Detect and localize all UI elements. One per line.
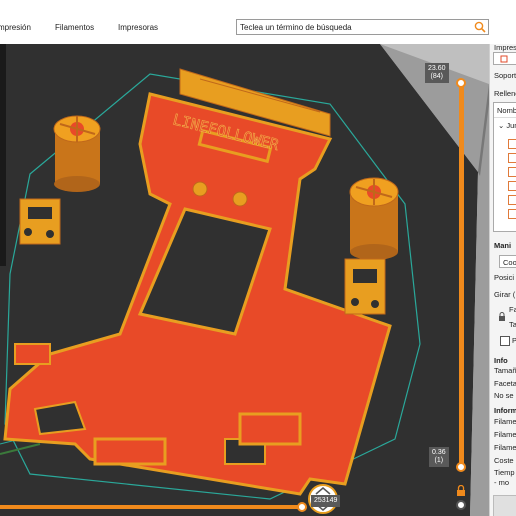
object-list[interactable]: Nombr ⌄ Jun: [493, 102, 516, 232]
motor-bracket-right: [344, 258, 386, 315]
layer-top-index: (84): [430, 73, 443, 80]
object-item-icon[interactable]: [508, 181, 516, 191]
move-slider-handle[interactable]: [297, 502, 307, 512]
object-group-item[interactable]: ⌄ Jun: [498, 121, 516, 130]
lock-icon[interactable]: [498, 312, 506, 321]
print-time-label: Tiemp: [494, 468, 515, 477]
object-item-icon[interactable]: [508, 195, 516, 205]
top-bar: mpresión Filamentos Impresoras: [0, 0, 516, 45]
object-group-label: Jun: [506, 121, 516, 130]
info-header: Info: [494, 356, 508, 365]
search-icon[interactable]: [474, 21, 486, 33]
coordinates-select[interactable]: Coo: [499, 255, 516, 268]
scale-factor-label: Fa: [509, 305, 516, 314]
menu-filaments[interactable]: Filamentos: [55, 23, 94, 32]
lock-icon[interactable]: [455, 485, 467, 497]
object-item-icon[interactable]: [508, 209, 516, 219]
print-settings-label: Impreso: [494, 44, 516, 52]
divider: [494, 117, 516, 118]
menu-print[interactable]: mpresión: [0, 23, 31, 32]
object-item-icon[interactable]: [508, 139, 516, 149]
filament-used-label: Filame: [494, 417, 516, 426]
layer-slider-track[interactable]: [459, 83, 464, 468]
menu-printers[interactable]: Impresoras: [118, 23, 158, 32]
cost-label: Coste: [494, 456, 514, 465]
print-profile-icon: [500, 55, 508, 63]
layer-bottom-value: 0.36: [432, 449, 446, 456]
spool-left: [53, 115, 101, 192]
layer-top-label: 23.60 (84): [425, 63, 449, 83]
filament-weight-label: Filame: [494, 430, 516, 439]
layer-top-value: 23.60: [428, 65, 446, 72]
move-slider-value: 253149: [311, 495, 341, 507]
infill-label: Relleno: [494, 89, 516, 98]
print-time-mode-label: - mo: [494, 478, 509, 487]
layer-slider-bottom-handle[interactable]: [456, 462, 466, 472]
object-list-name-header: Nombr: [497, 106, 516, 115]
layer-slider-top-handle[interactable]: [456, 78, 466, 88]
motor-bracket-left: [19, 198, 61, 245]
size-label: Ta: [509, 320, 516, 329]
coordinates-value: Coo: [503, 258, 516, 267]
info-no-errors-label: No se: [494, 391, 514, 400]
caster-ball: [232, 191, 248, 207]
rotate-label: Girar (: [494, 290, 516, 299]
manipulation-header: Mani: [494, 241, 512, 250]
3d-viewport[interactable]: LINEFOLLOWER: [0, 44, 489, 516]
object-item-icon[interactable]: [508, 153, 516, 163]
slice-info-header: Inform: [494, 406, 516, 415]
left-panel-overlay: [0, 44, 6, 266]
info-size-label: Tamañ: [494, 366, 516, 375]
print-profile-select[interactable]: [493, 52, 516, 65]
layer-bottom-index: (1): [434, 457, 444, 464]
object-item-icon[interactable]: [508, 167, 516, 177]
print-preview-scene: LINEFOLLOWER: [0, 44, 489, 516]
spool-right: [349, 177, 399, 260]
right-sidebar: Impreso Soporte Relleno Nombr ⌄ Jun Mani…: [489, 44, 516, 516]
support-label: Soporte: [494, 71, 516, 80]
uniform-scale-checkbox[interactable]: [500, 336, 510, 346]
layer-slider-settings-icon[interactable]: [456, 500, 466, 510]
caster-ball: [192, 181, 208, 197]
filament-length-label: Filame: [494, 443, 516, 452]
position-label: Posici: [494, 273, 515, 282]
slice-button[interactable]: [493, 495, 516, 516]
move-slider-track[interactable]: [0, 505, 304, 509]
layer-bottom-label: 0.36 (1): [429, 447, 449, 467]
info-facets-label: Faceta: [494, 379, 516, 388]
search-box: [236, 19, 489, 35]
search-input[interactable]: [240, 22, 470, 33]
uniform-scale-label: P: [512, 336, 516, 345]
